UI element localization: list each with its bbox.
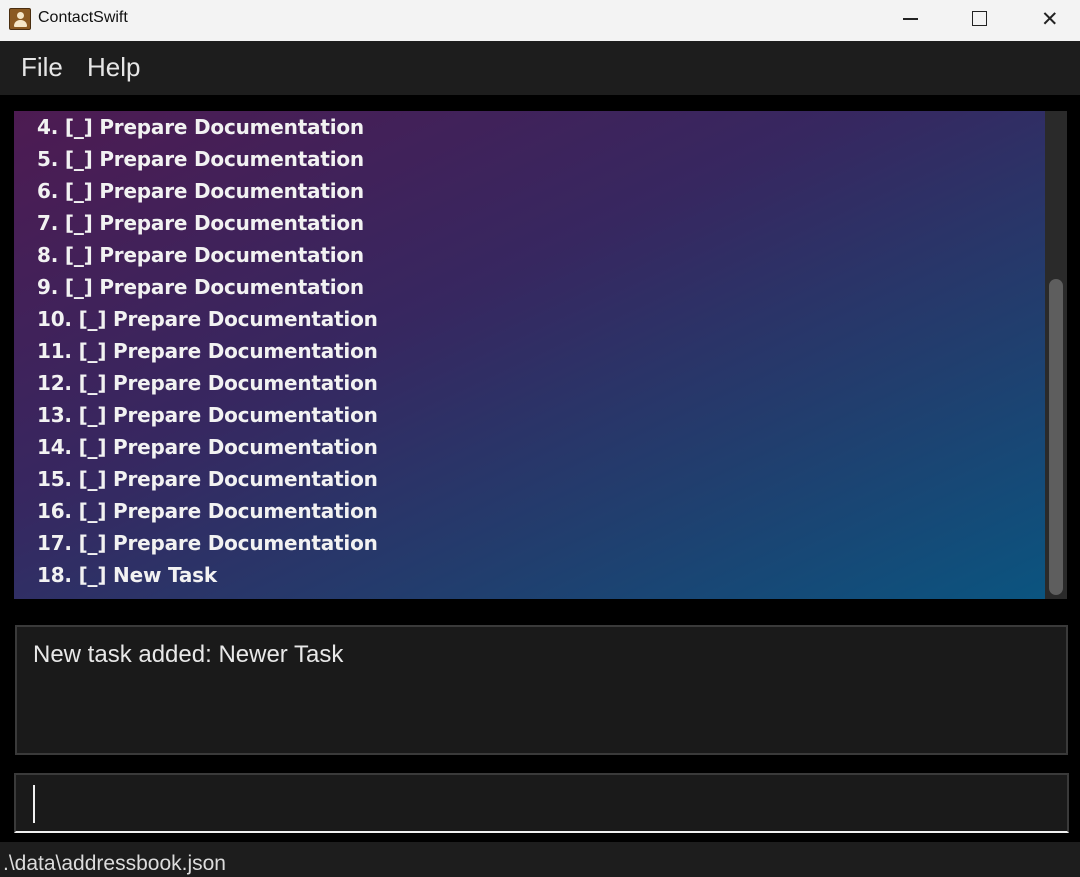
task-item[interactable]: 13. [_] Prepare Documentation <box>37 401 378 433</box>
menu-bar: File Help <box>0 41 1080 95</box>
task-item[interactable]: 9. [_] Prepare Documentation <box>37 273 378 305</box>
scrollbar-thumb[interactable] <box>1049 279 1063 595</box>
task-item[interactable]: 5. [_] Prepare Documentation <box>37 145 378 177</box>
title-bar: ContactSwift ✕ <box>0 0 1080 41</box>
task-item[interactable]: 7. [_] Prepare Documentation <box>37 209 378 241</box>
task-item[interactable]: 12. [_] Prepare Documentation <box>37 369 378 401</box>
task-item[interactable]: 4. [_] Prepare Documentation <box>37 113 378 145</box>
task-list: 4. [_] Prepare Documentation 5. [_] Prepa… <box>37 113 378 593</box>
close-button[interactable]: ✕ <box>1014 0 1080 41</box>
task-item[interactable]: 8. [_] Prepare Documentation <box>37 241 378 273</box>
minimize-icon <box>903 18 918 20</box>
save-file-path: .\data\addressbook.json <box>3 852 226 875</box>
text-caret <box>33 785 35 823</box>
task-item[interactable]: 14. [_] Prepare Documentation <box>37 433 378 465</box>
task-item[interactable]: 11. [_] Prepare Documentation <box>37 337 378 369</box>
task-item[interactable]: 18. [_] New Task <box>37 561 378 593</box>
command-input[interactable] <box>16 775 1067 831</box>
menu-file[interactable]: File <box>21 52 63 83</box>
task-item[interactable]: 17. [_] Prepare Documentation <box>37 529 378 561</box>
status-bar: .\data\addressbook.json <box>0 842 1080 877</box>
task-item[interactable]: 16. [_] Prepare Documentation <box>37 497 378 529</box>
command-box[interactable] <box>14 773 1069 833</box>
result-message: New task added: Newer Task <box>33 641 344 668</box>
task-item[interactable]: 6. [_] Prepare Documentation <box>37 177 378 209</box>
maximize-button[interactable] <box>944 0 1014 41</box>
task-list-scrollbar[interactable] <box>1045 111 1067 599</box>
window-title: ContactSwift <box>38 9 128 26</box>
task-item[interactable]: 15. [_] Prepare Documentation <box>37 465 378 497</box>
result-display: New task added: Newer Task <box>15 625 1068 755</box>
menu-help[interactable]: Help <box>87 52 140 83</box>
task-list-panel[interactable]: 4. [_] Prepare Documentation 5. [_] Prepa… <box>14 111 1067 599</box>
contact-book-icon <box>9 8 31 30</box>
task-item[interactable]: 10. [_] Prepare Documentation <box>37 305 378 337</box>
maximize-icon <box>972 11 987 26</box>
close-icon: ✕ <box>1041 7 1059 31</box>
minimize-button[interactable] <box>875 0 945 41</box>
